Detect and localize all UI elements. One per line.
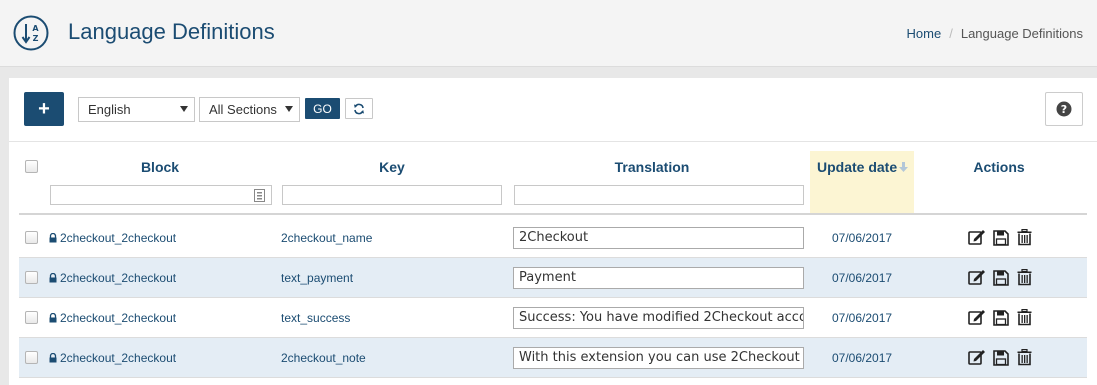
column-header-update-date[interactable]: Update date	[817, 159, 917, 175]
lock-icon	[49, 273, 57, 283]
section-select-value: All Sections	[209, 102, 277, 117]
select-all-checkbox[interactable]	[25, 160, 38, 173]
refresh-button[interactable]	[345, 98, 373, 119]
column-header-translation[interactable]: Translation	[607, 159, 697, 175]
save-icon	[992, 309, 1009, 326]
refresh-icon	[354, 103, 364, 114]
block-cell[interactable]: 2checkout_2checkout	[49, 351, 176, 365]
table-row: 2checkout_2checkout text_success Success…	[19, 298, 1087, 338]
block-cell-label: 2checkout_2checkout	[60, 351, 177, 365]
translation-input[interactable]: With this extension you can use 2Checkou…	[513, 347, 804, 369]
lock-icon	[49, 353, 57, 363]
table-top-divider	[9, 141, 1097, 142]
key-filter-input[interactable]	[282, 185, 502, 205]
svg-text:?: ?	[1061, 103, 1067, 116]
edit-button[interactable]	[967, 348, 986, 367]
trash-icon	[1017, 229, 1032, 246]
edit-icon	[967, 230, 985, 245]
breadcrumb-current: Language Definitions	[960, 26, 1083, 41]
save-icon	[992, 269, 1009, 286]
trash-icon	[1017, 269, 1032, 286]
save-button[interactable]	[991, 268, 1010, 287]
translation-filter-input[interactable]	[514, 185, 804, 205]
list-icon	[254, 189, 265, 202]
save-icon	[992, 349, 1009, 366]
row-actions	[967, 228, 1034, 247]
question-circle-icon: ?	[1056, 101, 1072, 117]
table-row: 2checkout_2checkout 2checkout_name 2Chec…	[19, 218, 1087, 258]
key-cell[interactable]: 2checkout_name	[281, 231, 372, 245]
translation-input[interactable]: Success: You have modified 2Checkout acc…	[513, 307, 804, 329]
date-cell: 07/06/2017	[832, 311, 893, 325]
help-button[interactable]: ?	[1045, 92, 1083, 126]
row-actions	[967, 268, 1034, 287]
sort-alpha-icon: A Z	[13, 15, 49, 51]
delete-button[interactable]	[1015, 308, 1034, 327]
block-cell[interactable]: 2checkout_2checkout	[49, 231, 176, 245]
lock-icon	[49, 313, 57, 323]
table-row: 2checkout_2checkout text_payment Payment…	[19, 258, 1087, 298]
date-cell: 07/06/2017	[832, 271, 893, 285]
date-cell: 07/06/2017	[832, 231, 893, 245]
breadcrumb: Home / Language Definitions	[907, 26, 1083, 41]
block-cell[interactable]: 2checkout_2checkout	[49, 271, 176, 285]
sort-down-icon	[899, 162, 909, 172]
chevron-down-icon	[180, 106, 188, 112]
edit-button[interactable]	[967, 268, 986, 287]
column-header-block[interactable]: Block	[127, 159, 193, 175]
date-cell: 07/06/2017	[832, 351, 893, 365]
trash-icon	[1017, 309, 1032, 326]
lock-icon	[49, 233, 57, 243]
row-checkbox[interactable]	[25, 271, 38, 284]
row-checkbox[interactable]	[25, 311, 38, 324]
row-checkbox[interactable]	[25, 351, 38, 364]
page-title: Language Definitions	[68, 19, 275, 44]
save-button[interactable]	[991, 228, 1010, 247]
row-actions	[967, 348, 1034, 367]
edit-icon	[967, 350, 985, 365]
save-button[interactable]	[991, 308, 1010, 327]
breadcrumb-separator: /	[949, 26, 953, 41]
block-cell-label: 2checkout_2checkout	[60, 311, 177, 325]
page-header: A Z Language Definitions Home / Language…	[0, 0, 1097, 67]
chevron-down-icon	[285, 106, 293, 112]
language-select[interactable]: English	[78, 97, 195, 122]
edit-icon	[967, 310, 985, 325]
save-icon	[992, 229, 1009, 246]
row-checkbox[interactable]	[25, 231, 38, 244]
edit-button[interactable]	[967, 308, 986, 327]
edit-icon	[967, 270, 985, 285]
delete-button[interactable]	[1015, 228, 1034, 247]
breadcrumb-home-link[interactable]: Home	[907, 26, 942, 41]
key-cell[interactable]: text_payment	[281, 271, 353, 285]
block-cell-label: 2checkout_2checkout	[60, 271, 177, 285]
key-cell[interactable]: text_success	[281, 311, 350, 325]
delete-button[interactable]	[1015, 268, 1034, 287]
save-button[interactable]	[991, 348, 1010, 367]
table-row: 2checkout_2checkout 2checkout_note With …	[19, 338, 1087, 378]
row-actions	[967, 308, 1034, 327]
translation-input[interactable]: 2Checkout	[513, 227, 804, 249]
main-panel: + English All Sections GO ? Block Key Tr…	[9, 78, 1097, 385]
translation-input[interactable]: Payment	[513, 267, 804, 289]
section-select[interactable]: All Sections	[199, 97, 300, 122]
svg-text:A: A	[32, 24, 39, 33]
svg-text:Z: Z	[33, 34, 39, 43]
block-cell-label: 2checkout_2checkout	[60, 231, 177, 245]
column-header-key[interactable]: Key	[362, 159, 422, 175]
edit-button[interactable]	[967, 228, 986, 247]
column-header-actions: Actions	[973, 159, 1025, 175]
delete-button[interactable]	[1015, 348, 1034, 367]
key-cell[interactable]: 2checkout_note	[281, 351, 366, 365]
go-button[interactable]: GO	[305, 98, 340, 119]
trash-icon	[1017, 349, 1032, 366]
block-cell[interactable]: 2checkout_2checkout	[49, 311, 176, 325]
add-button[interactable]: +	[24, 92, 64, 126]
block-filter-input[interactable]	[50, 185, 272, 205]
language-select-value: English	[88, 102, 131, 117]
table-header-divider	[19, 213, 1087, 215]
update-date-label: Update date	[817, 159, 898, 175]
